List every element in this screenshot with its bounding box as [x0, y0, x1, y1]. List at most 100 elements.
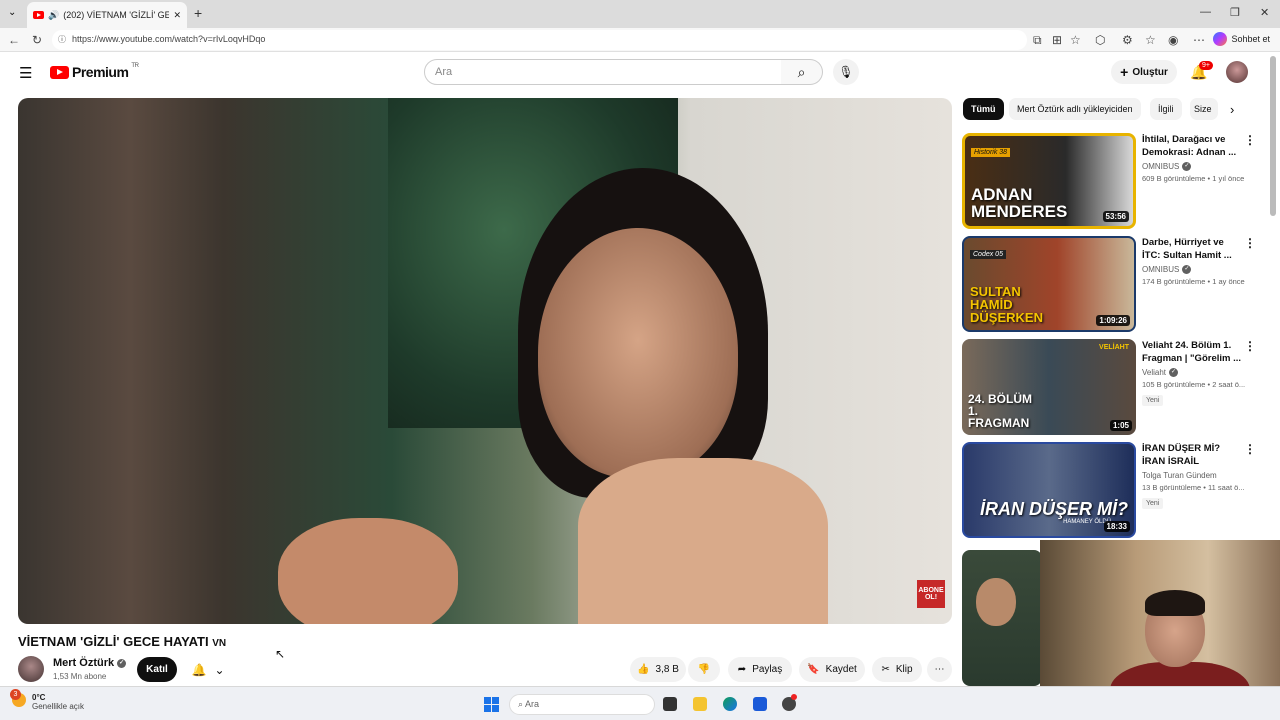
- recommendation-thumbnail-partial[interactable]: [962, 550, 1042, 686]
- verified-check-icon: ✓: [1182, 162, 1192, 171]
- verified-check-icon: ✓: [1182, 265, 1192, 274]
- channel-avatar[interactable]: [18, 656, 44, 682]
- voice-search-button[interactable]: 🎙: [833, 59, 859, 85]
- recommendation-meta: İRAN DÜŞER Mİ? İRAN İSRAİL SAVAŞI... Tol…: [1142, 442, 1245, 510]
- chips-next-chevron-icon[interactable]: ›: [1230, 102, 1234, 117]
- site-info-icon[interactable]: ⓘ: [58, 34, 66, 45]
- recommendation-stats: 105 B görüntüleme • 2 saat ö...: [1142, 380, 1246, 389]
- speaker-icon[interactable]: 🔊: [48, 10, 59, 21]
- favorite-star-icon[interactable]: ☆: [1070, 33, 1081, 47]
- profile-icon[interactable]: ◉: [1168, 33, 1178, 47]
- chip-all[interactable]: Tümü: [963, 98, 1004, 120]
- create-button[interactable]: + Oluştur: [1111, 60, 1177, 84]
- more-menu-icon[interactable]: ⋯: [1193, 33, 1205, 47]
- minimize-button[interactable]: —: [1200, 6, 1211, 18]
- recommendation-thumbnail[interactable]: Codex 05 SULTAN HAMİD DÜŞERKEN 1:09:26: [962, 236, 1136, 332]
- weather-widget[interactable]: 3 0°C Genellikle açık: [10, 689, 85, 711]
- chip-for-you[interactable]: Size: [1190, 98, 1218, 120]
- browser-tab[interactable]: 🔊 (202) VİETNAM 'GİZLİ' GECE HAYATI ✕: [27, 2, 187, 28]
- restore-button[interactable]: ❐: [1230, 6, 1240, 19]
- browser-tools-icon[interactable]: ⚙: [1122, 33, 1133, 47]
- kebab-menu-icon[interactable]: ⋮: [1244, 442, 1256, 456]
- clip-button[interactable]: ✂ Klip: [872, 657, 922, 682]
- kebab-menu-icon[interactable]: ⋮: [1244, 339, 1256, 353]
- url-text: https://www.youtube.com/watch?v=rIvLoqvH…: [72, 34, 266, 44]
- window-close-button[interactable]: ✕: [1260, 6, 1269, 19]
- taskbar-search-input[interactable]: ⌕ Ara: [509, 694, 655, 715]
- search-input[interactable]: Ara: [424, 59, 782, 85]
- recommendation-item[interactable]: Historik 38 ADNAN MENDERES 53:56 İhtilal…: [962, 133, 1262, 229]
- recommendation-item[interactable]: HAMANEY ÖLDÜ İRAN DÜŞER Mİ? 18:33 İRAN D…: [962, 442, 1262, 538]
- more-actions-button[interactable]: ⋯: [927, 657, 952, 682]
- app-notification-dot: [791, 694, 797, 700]
- account-avatar[interactable]: [1226, 61, 1248, 83]
- translate-icon[interactable]: ⧉: [1033, 33, 1042, 48]
- channel-text: OMNIBUS: [1142, 162, 1180, 171]
- recommendation-item[interactable]: Codex 05 SULTAN HAMİD DÜŞERKEN 1:09:26 D…: [962, 236, 1262, 332]
- dislike-button[interactable]: 👎: [688, 657, 720, 682]
- join-button[interactable]: Katıl: [137, 657, 177, 682]
- recommendation-channel[interactable]: Tolga Turan Gündem: [1142, 471, 1242, 480]
- recommendation-channel[interactable]: Veliaht ✓: [1142, 368, 1242, 377]
- search-icon: ⌕: [797, 64, 806, 80]
- duration-badge: 1:09:26: [1096, 315, 1130, 326]
- refresh-icon[interactable]: ↻: [32, 33, 42, 47]
- hamburger-menu-icon[interactable]: ☰: [19, 64, 32, 82]
- recommendation-title[interactable]: Veliaht 24. Bölüm 1. Fragman | "Görelim …: [1142, 339, 1242, 365]
- thumbnail-text: 24. BÖLÜM 1. FRAGMAN: [968, 392, 1033, 430]
- back-arrow-icon[interactable]: ←: [8, 33, 20, 47]
- recommendation-stats: 174 B görüntüleme • 1 ay önce: [1142, 277, 1245, 286]
- microphone-icon: 🎙: [838, 65, 854, 79]
- chip-related[interactable]: İlgili: [1150, 98, 1182, 120]
- recommendation-title[interactable]: İhtilal, Darağacı ve Demokrasi: Adnan ..…: [1142, 133, 1242, 159]
- subscription-bell-button[interactable]: 🔔 ⌄: [184, 657, 232, 682]
- view-count: 13 B görüntüleme: [1142, 483, 1202, 492]
- search-button[interactable]: ⌕: [781, 59, 823, 85]
- task-view-icon[interactable]: [663, 697, 677, 711]
- recommendation-channel[interactable]: OMNIBUS ✓: [1142, 162, 1242, 171]
- thumbnail-face: [976, 578, 1016, 626]
- subscribe-overlay-sign[interactable]: ABONE OL!: [917, 580, 945, 608]
- recommendation-title[interactable]: İRAN DÜŞER Mİ? İRAN İSRAİL SAVAŞI...: [1142, 442, 1242, 468]
- recommendation-item[interactable]: VELİAHT 24. BÖLÜM 1. FRAGMAN 1:05 Veliah…: [962, 339, 1262, 435]
- new-badge: Yeni: [1142, 498, 1164, 509]
- file-explorer-icon[interactable]: [693, 697, 707, 711]
- recommendation-title[interactable]: Darbe, Hürriyet ve İTC: Sultan Hamit ...: [1142, 236, 1242, 262]
- taskbar-search-placeholder: Ara: [525, 699, 540, 709]
- recommendation-thumbnail[interactable]: VELİAHT 24. BÖLÜM 1. FRAGMAN 1:05: [962, 339, 1136, 435]
- like-button[interactable]: 👍 3,8 B: [630, 657, 686, 682]
- video-player[interactable]: ABONE OL!: [18, 98, 952, 624]
- channel-name-text: Mert Öztürk: [53, 657, 115, 669]
- windows-logo-icon: [484, 697, 491, 704]
- recommendation-thumbnail[interactable]: Historik 38 ADNAN MENDERES 53:56: [962, 133, 1136, 229]
- start-button[interactable]: [484, 697, 499, 712]
- logo-text: Premium: [72, 64, 129, 80]
- apps-icon[interactable]: ⊞: [1052, 33, 1062, 47]
- recommendation-thumbnail[interactable]: HAMANEY ÖLDÜ İRAN DÜŞER Mİ? 18:33: [962, 442, 1136, 538]
- new-badge: Yeni: [1142, 395, 1164, 406]
- tab-close-icon[interactable]: ✕: [173, 10, 181, 21]
- youtube-logo[interactable]: Premium TR: [50, 63, 139, 80]
- new-tab-button[interactable]: +: [194, 5, 202, 21]
- extensions-icon[interactable]: ⬡: [1095, 33, 1105, 47]
- recommendation-channel[interactable]: OMNIBUS ✓: [1142, 265, 1242, 274]
- chip-from-uploader[interactable]: Mert Öztürk adlı yükleyiciden: [1009, 98, 1141, 120]
- video-title-flag: VN: [212, 638, 227, 649]
- channel-name[interactable]: Mert Öztürk ✓: [53, 657, 127, 669]
- share-button[interactable]: ➦ Paylaş: [728, 657, 792, 682]
- tab-list-chevron-icon[interactable]: ⌄: [8, 7, 16, 18]
- store-icon[interactable]: [753, 697, 767, 711]
- copilot-button[interactable]: Sohbet et: [1213, 32, 1270, 46]
- save-button[interactable]: 🔖 Kaydet: [799, 657, 865, 682]
- weather-condition: Genellikle açık: [32, 702, 85, 711]
- duration-badge: 1:05: [1109, 420, 1132, 431]
- collections-icon[interactable]: ☆: [1145, 33, 1156, 47]
- address-bar[interactable]: ⓘ https://www.youtube.com/watch?v=rIvLoq…: [52, 30, 1027, 50]
- kebab-menu-icon[interactable]: ⋮: [1244, 133, 1256, 147]
- edge-browser-icon[interactable]: [723, 697, 737, 711]
- share-arrow-icon: ➦: [737, 664, 747, 675]
- kebab-menu-icon[interactable]: ⋮: [1244, 236, 1256, 250]
- page-scrollbar[interactable]: [1270, 56, 1276, 216]
- windows-logo-icon: [492, 697, 499, 704]
- duration-badge: 53:56: [1102, 211, 1129, 222]
